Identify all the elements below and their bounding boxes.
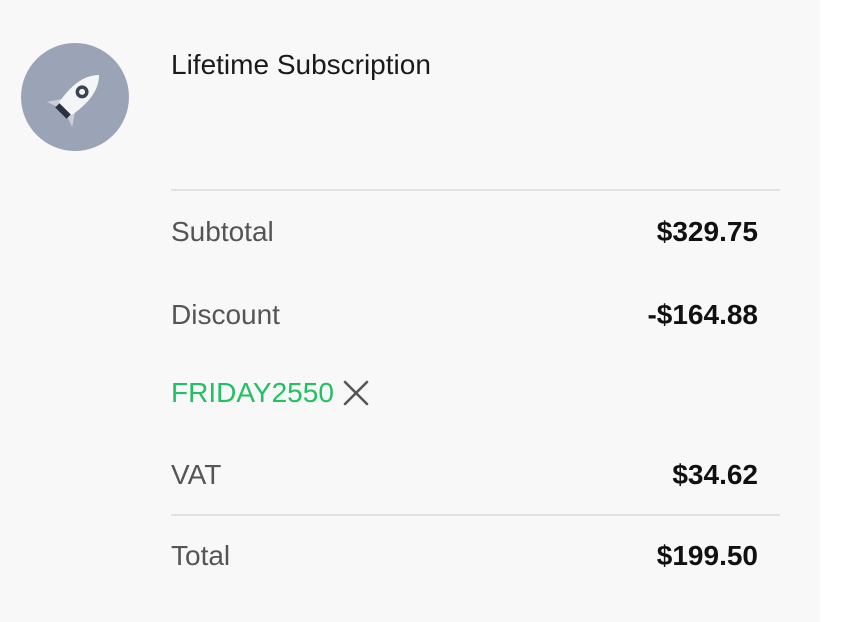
divider bbox=[171, 514, 780, 516]
vat-value: $34.62 bbox=[672, 459, 758, 490]
vat-label: VAT bbox=[171, 459, 222, 490]
divider bbox=[171, 189, 780, 191]
rocket-icon bbox=[46, 74, 100, 128]
discount-label: Discount bbox=[171, 299, 280, 330]
product-name: Lifetime Subscription bbox=[171, 49, 431, 80]
remove-coupon-button[interactable] bbox=[342, 379, 370, 407]
subtotal-label: Subtotal bbox=[171, 216, 274, 247]
total-value: $199.50 bbox=[656, 540, 758, 571]
subtotal-value: $329.75 bbox=[656, 216, 758, 247]
applied-coupon: FRIDAY2550 bbox=[171, 376, 370, 410]
coupon-code: FRIDAY2550 bbox=[171, 377, 334, 408]
close-icon bbox=[343, 380, 369, 406]
order-summary-panel: Lifetime Subscription Subtotal $329.75 D… bbox=[0, 0, 820, 622]
product-avatar bbox=[21, 43, 129, 151]
discount-value: -$164.88 bbox=[647, 299, 758, 330]
total-label: Total bbox=[171, 540, 231, 571]
